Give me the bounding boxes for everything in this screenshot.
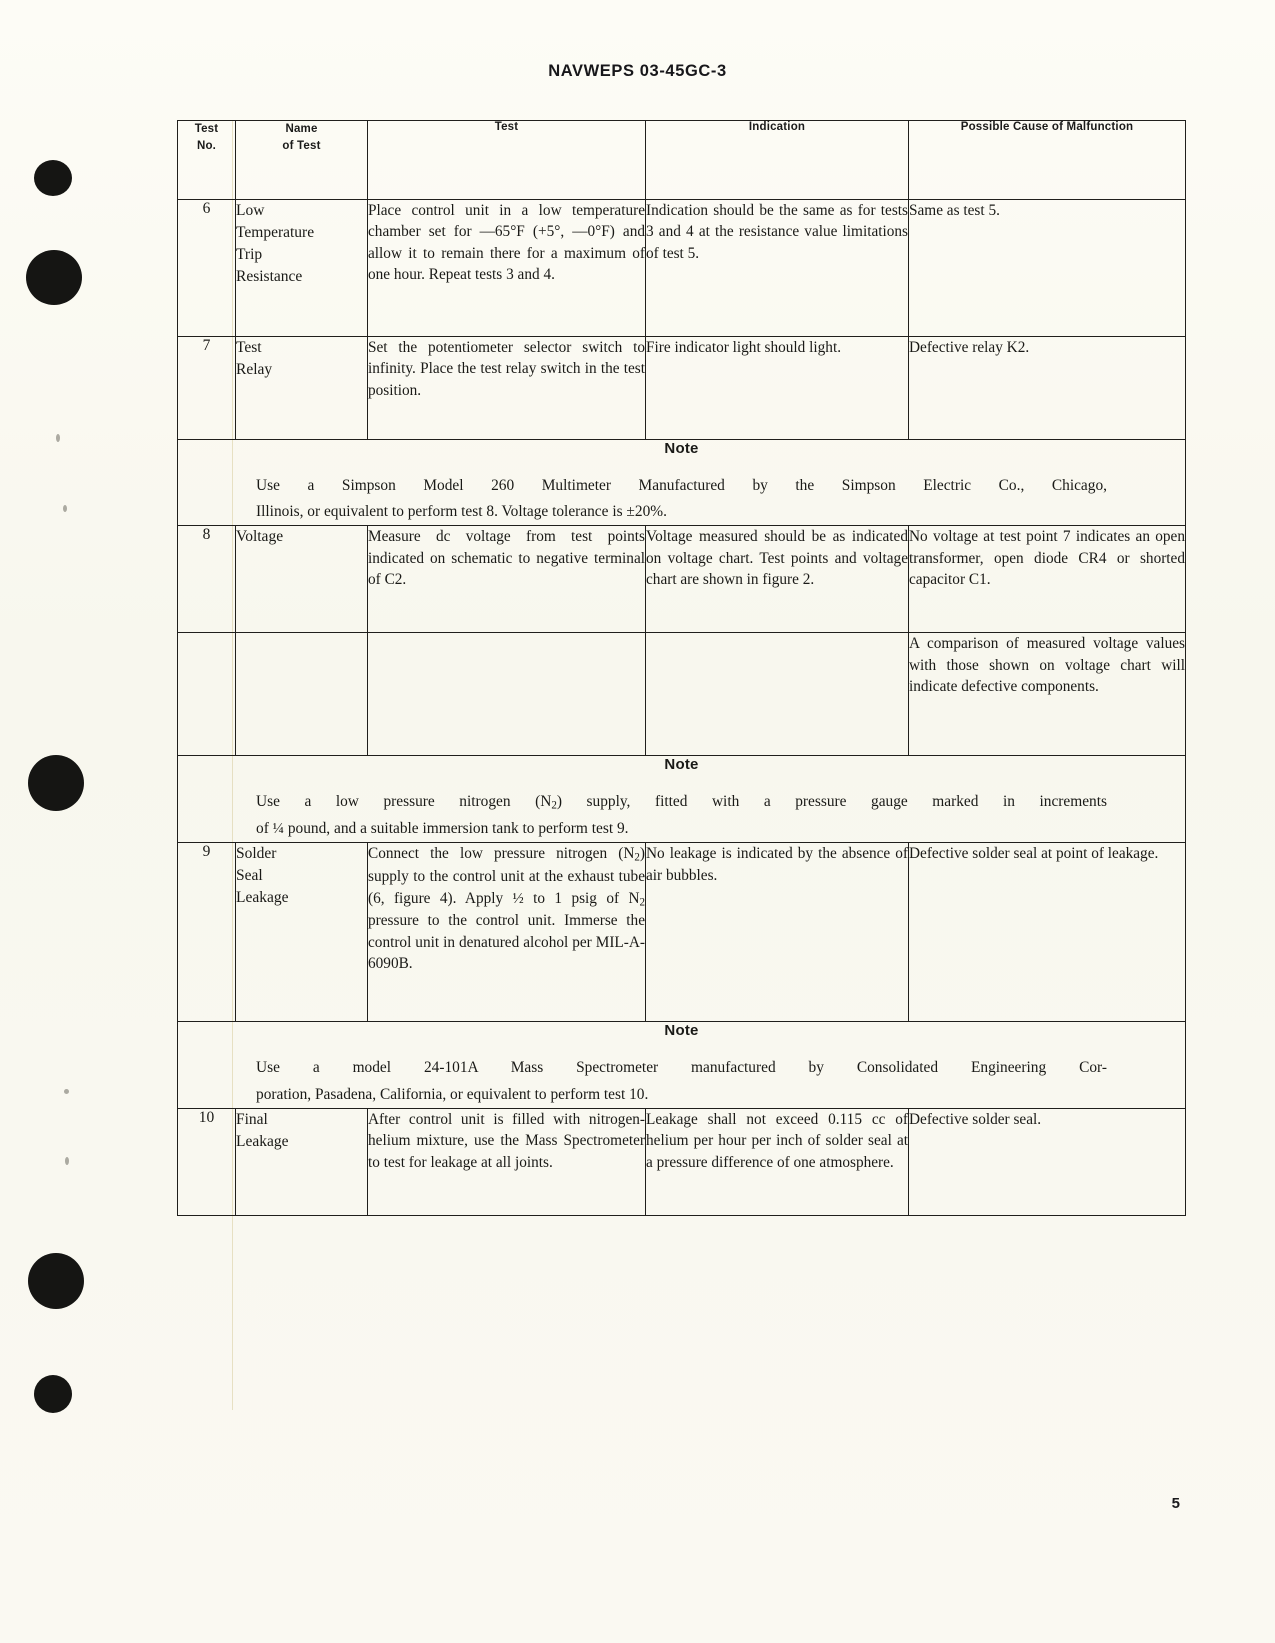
column-header-test-no: Test No. <box>177 120 236 200</box>
cell-possible-cause: Defective solder seal at point of leakag… <box>908 842 1186 1023</box>
page-number: 5 <box>1171 1495 1180 1512</box>
note-line: of ¼ pound, and a suitable immersion tan… <box>256 819 629 837</box>
cell-test: Set the potentiometer selector switch to… <box>367 336 646 440</box>
cell-test: Place control unit in a low temperature … <box>367 199 646 337</box>
table-row: 10 Final Leakage After control unit is f… <box>177 1107 1186 1216</box>
note-line: poration, Pasadena, California, or equiv… <box>256 1085 649 1103</box>
note-body: Use a Simpson Model 260 Multimeter Manuf… <box>178 473 1185 525</box>
cell-indication: No leakage is indicated by the absence o… <box>645 842 909 1023</box>
cell-test <box>367 632 646 757</box>
cell-possible-cause: Defective relay K2. <box>908 336 1186 440</box>
note-line: Use a low pressure nitrogen (N2) supply,… <box>256 793 1107 812</box>
scan-speck <box>64 1089 69 1094</box>
table-header-row: Test No. Name of Test Test Indication Po… <box>177 120 1186 200</box>
scan-speck <box>63 505 67 512</box>
note-block: Note Use a low pressure nitrogen (N2) su… <box>177 755 1186 844</box>
document-page: NAVWEPS 03-45GC-3 Test No. Name of Test … <box>0 0 1275 1643</box>
note-title: Note <box>664 440 699 457</box>
table-row: 6 Low Temperature Trip Resistance Place … <box>177 199 1186 337</box>
note-block: Note Use a Simpson Model 260 Multimeter … <box>177 438 1186 527</box>
cell-test: Measure dc voltage from test points indi… <box>367 525 646 634</box>
test-procedure-table-wrapper: Test No. Name of Test Test Indication Po… <box>177 120 1186 1216</box>
cell-test-no: 7 <box>177 336 236 440</box>
punch-hole-2 <box>26 250 82 305</box>
punch-hole-3 <box>28 755 84 811</box>
note-line: Illinois, or equivalent to perform test … <box>256 503 667 521</box>
table-row-continuation: A comparison of measured voltage values … <box>177 632 1186 757</box>
column-header-test: Test <box>367 120 646 200</box>
cell-possible-cause: Same as test 5. <box>908 199 1186 337</box>
table-row: 7 Test Relay Set the potentiometer selec… <box>177 336 1186 440</box>
scan-speck <box>65 1157 69 1165</box>
cell-possible-cause: No voltage at test point 7 indicates an … <box>908 525 1186 634</box>
column-header-indication: Indication <box>645 120 909 200</box>
cell-name-of-test: Final Leakage <box>235 1107 368 1216</box>
column-header-name-of-test: Name of Test <box>235 120 368 200</box>
table-row: 9 Solder Seal Leakage Connect the low pr… <box>177 842 1186 1023</box>
note-row: Note Use a low pressure nitrogen (N2) su… <box>177 755 1186 844</box>
cell-name-of-test: Test Relay <box>235 336 368 440</box>
punch-hole-4 <box>28 1253 84 1309</box>
note-body: Use a model 24-101A Mass Spectrometer ma… <box>178 1055 1185 1107</box>
cell-test-no: 9 <box>177 842 236 1023</box>
test-procedure-table: Test No. Name of Test Test Indication Po… <box>177 120 1186 1216</box>
cell-indication <box>645 632 909 757</box>
note-row: Note Use a model 24-101A Mass Spectromet… <box>177 1021 1186 1109</box>
cell-indication: Voltage measured should be as indicated … <box>645 525 909 634</box>
cell-name-of-test: Solder Seal Leakage <box>235 842 368 1023</box>
table-body: 6 Low Temperature Trip Resistance Place … <box>177 199 1186 1216</box>
cell-indication: Indication should be the same as for tes… <box>645 199 909 337</box>
punch-hole-1 <box>34 160 72 196</box>
cell-test: Connect the low pressure nitrogen (N2) s… <box>367 842 646 1023</box>
note-line: Use a Simpson Model 260 Multimeter Manuf… <box>256 477 1107 494</box>
column-header-possible-cause: Possible Cause of Malfunction <box>908 120 1186 200</box>
cell-possible-cause: Defective solder seal. <box>908 1107 1186 1216</box>
cell-test-no: 6 <box>177 199 236 337</box>
page-running-head: NAVWEPS 03-45GC-3 <box>548 62 727 80</box>
cell-test-no: 8 <box>177 525 236 634</box>
table-header: Test No. Name of Test Test Indication Po… <box>177 120 1186 200</box>
cell-name-of-test <box>235 632 368 757</box>
cell-test: After control unit is filled with nitrog… <box>367 1107 646 1216</box>
cell-possible-cause: A comparison of measured voltage values … <box>908 632 1186 757</box>
note-title: Note <box>664 756 699 774</box>
punch-hole-5 <box>34 1375 72 1413</box>
note-line: Use a model 24-101A Mass Spectrometer ma… <box>256 1059 1107 1077</box>
note-block: Note Use a model 24-101A Mass Spectromet… <box>177 1021 1186 1109</box>
cell-indication: Leakage shall not exceed 0.115 cc of hel… <box>645 1107 909 1216</box>
cell-test-no: 10 <box>177 1107 236 1216</box>
note-body: Use a low pressure nitrogen (N2) supply,… <box>178 789 1185 842</box>
scan-speck <box>56 434 60 442</box>
note-title: Note <box>664 1022 699 1040</box>
cell-test-no <box>177 632 236 757</box>
note-row: Note Use a Simpson Model 260 Multimeter … <box>177 438 1186 527</box>
cell-name-of-test: Voltage <box>235 525 368 634</box>
cell-name-of-test: Low Temperature Trip Resistance <box>235 199 368 337</box>
table-row: 8 Voltage Measure dc voltage from test p… <box>177 525 1186 634</box>
cell-indication: Fire indicator light should light. <box>645 336 909 440</box>
